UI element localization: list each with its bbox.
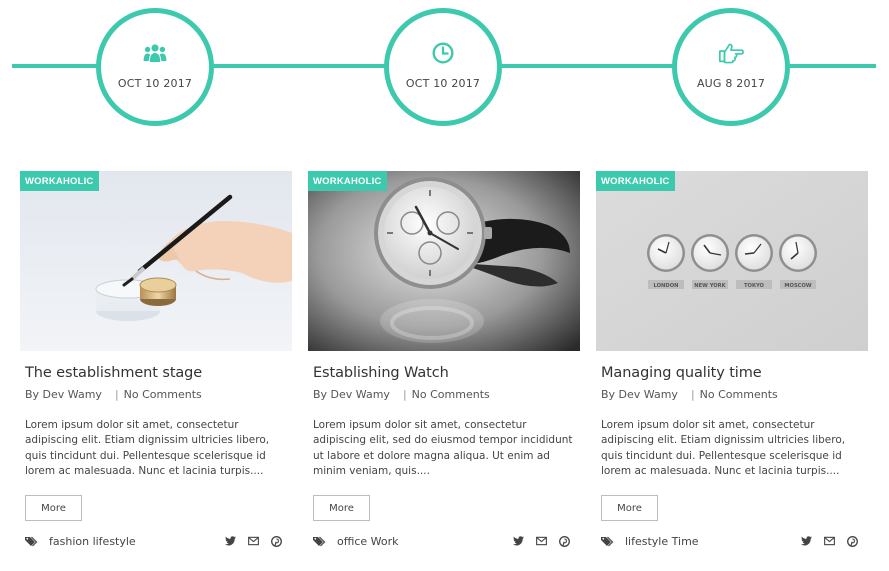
post-footer: fashion lifestyle	[25, 534, 287, 548]
meta-separator: |	[114, 388, 119, 401]
post-comments-link[interactable]: No Comments	[124, 388, 202, 401]
milestone-date: OCT 10 2017	[405, 77, 481, 90]
post-image-world-clocks[interactable]: LONDON NEW YORK TOKYO MOSCOW WORKAHOLIC	[596, 171, 868, 351]
pinterest-icon[interactable]	[271, 535, 282, 547]
post-tags[interactable]: fashion lifestyle	[49, 535, 136, 548]
category-badge[interactable]: WORKAHOLIC	[596, 171, 675, 191]
category-badge[interactable]: WORKAHOLIC	[20, 171, 99, 191]
post-card-2: WORKAHOLIC Establishing Watch By Dev Wam…	[308, 171, 580, 548]
pinterest-icon[interactable]	[847, 535, 858, 547]
post-tags[interactable]: lifestyle Time	[625, 535, 699, 548]
tags-icon	[25, 535, 39, 547]
email-icon[interactable]	[536, 536, 547, 547]
meta-separator: |	[402, 388, 407, 401]
post-excerpt: Lorem ipsum dolor sit amet, consectetur …	[25, 419, 270, 477]
timeline-milestone-2: OCT 10 2017	[384, 8, 502, 126]
clock-label-new-york: NEW YORK	[694, 283, 726, 289]
twitter-icon[interactable]	[513, 536, 524, 547]
milestone-date: OCT 10 2017	[117, 77, 193, 90]
category-badge[interactable]: WORKAHOLIC	[308, 171, 387, 191]
post-tags[interactable]: office Work	[337, 535, 399, 548]
thumb-pointing-icon	[718, 40, 744, 66]
share-icons	[513, 535, 570, 547]
post-card-1: WORKAHOLIC The establishment stage By De…	[20, 171, 292, 548]
clock-label-tokyo: TOKYO	[744, 283, 765, 289]
share-icons	[225, 535, 282, 547]
post-author[interactable]: By Dev Wamy	[601, 388, 678, 401]
timeline-milestone-1: OCT 10 2017	[96, 8, 214, 126]
twitter-icon[interactable]	[801, 536, 812, 547]
email-icon[interactable]	[824, 536, 835, 547]
post-footer: office Work	[313, 534, 575, 548]
clock-label-london: LONDON	[654, 283, 679, 289]
tags-icon	[313, 535, 327, 547]
more-button[interactable]: More	[25, 495, 82, 522]
twitter-icon[interactable]	[225, 536, 236, 547]
post-image-brush[interactable]: WORKAHOLIC	[20, 171, 292, 351]
post-title[interactable]: The establishment stage	[25, 365, 287, 381]
post-meta: By Dev Wamy | No Comments	[25, 388, 287, 401]
post-comments-link[interactable]: No Comments	[412, 388, 490, 401]
post-image-watch[interactable]: WORKAHOLIC	[308, 171, 580, 351]
clock-icon	[430, 40, 456, 66]
post-meta: By Dev Wamy | No Comments	[313, 388, 575, 401]
email-icon[interactable]	[248, 536, 259, 547]
more-button[interactable]: More	[601, 495, 658, 522]
post-comments-link[interactable]: No Comments	[700, 388, 778, 401]
post-footer: lifestyle Time	[601, 534, 863, 548]
post-author[interactable]: By Dev Wamy	[25, 388, 102, 401]
post-excerpt: Lorem ipsum dolor sit amet, consectetur …	[601, 419, 846, 477]
tags-icon	[601, 535, 615, 547]
meta-separator: |	[690, 388, 695, 401]
post-title[interactable]: Establishing Watch	[313, 365, 575, 381]
share-icons	[801, 535, 858, 547]
post-card-3: LONDON NEW YORK TOKYO MOSCOW WORKAHOLIC …	[596, 171, 868, 548]
clock-label-moscow: MOSCOW	[784, 283, 812, 289]
more-button[interactable]: More	[313, 495, 370, 522]
post-title[interactable]: Managing quality time	[601, 365, 863, 381]
post-author[interactable]: By Dev Wamy	[313, 388, 390, 401]
group-icon	[142, 40, 168, 66]
timeline-milestone-3: AUG 8 2017	[672, 8, 790, 126]
pinterest-icon[interactable]	[559, 535, 570, 547]
post-meta: By Dev Wamy | No Comments	[601, 388, 863, 401]
post-excerpt: Lorem ipsum dolor sit amet, consectetur …	[313, 419, 573, 477]
milestone-date: AUG 8 2017	[696, 77, 766, 90]
